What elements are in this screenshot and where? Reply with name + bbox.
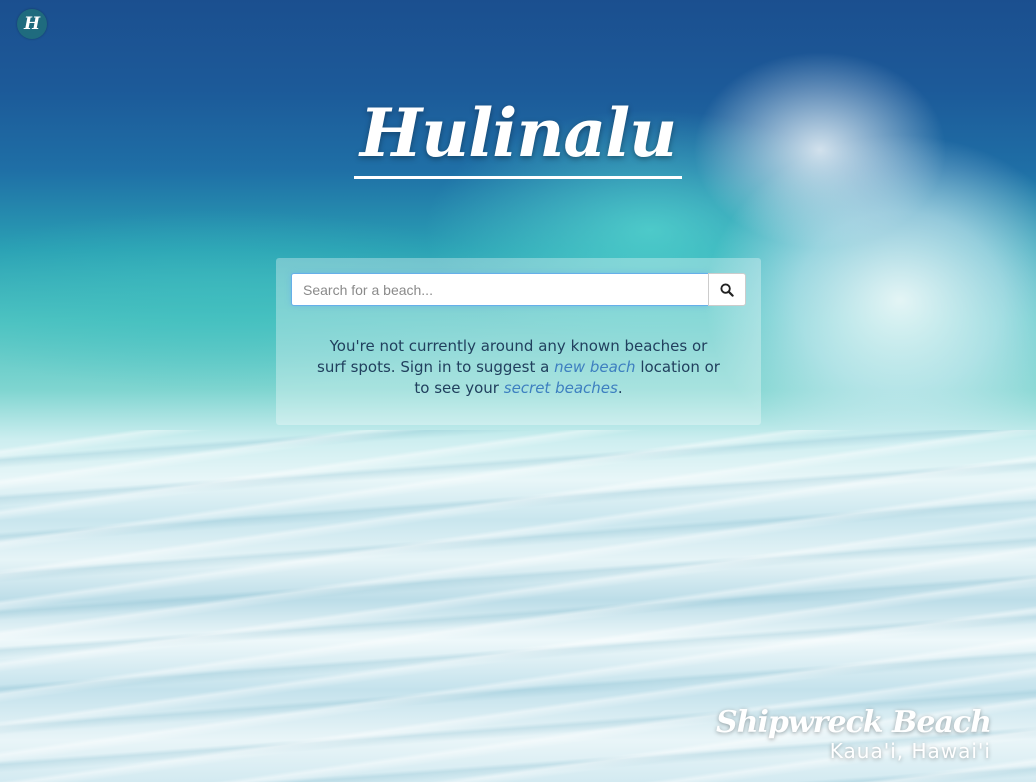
secret-beaches-link[interactable]: secret beaches (504, 379, 618, 397)
search-icon (720, 282, 734, 297)
photo-caption-title: Shipwreck Beach (715, 705, 992, 740)
location-message: You're not currently around any known be… (316, 336, 721, 399)
search-bar (291, 273, 746, 306)
brand-title: Hulinalu (353, 92, 683, 179)
home-logo-button[interactable]: H (17, 9, 47, 39)
logo-letter: H (23, 14, 41, 34)
photo-caption: Shipwreck Beach Kaua'i, Hawai'i (715, 703, 992, 763)
landing-page: H Hulinalu You're not currently around a… (0, 0, 1036, 782)
search-panel: You're not currently around any known be… (276, 258, 761, 425)
new-beach-link[interactable]: new beach (554, 358, 635, 376)
search-button[interactable] (708, 273, 746, 306)
brand-header: Hulinalu (0, 92, 1036, 179)
search-input[interactable] (291, 273, 708, 306)
message-end: . (617, 379, 623, 397)
